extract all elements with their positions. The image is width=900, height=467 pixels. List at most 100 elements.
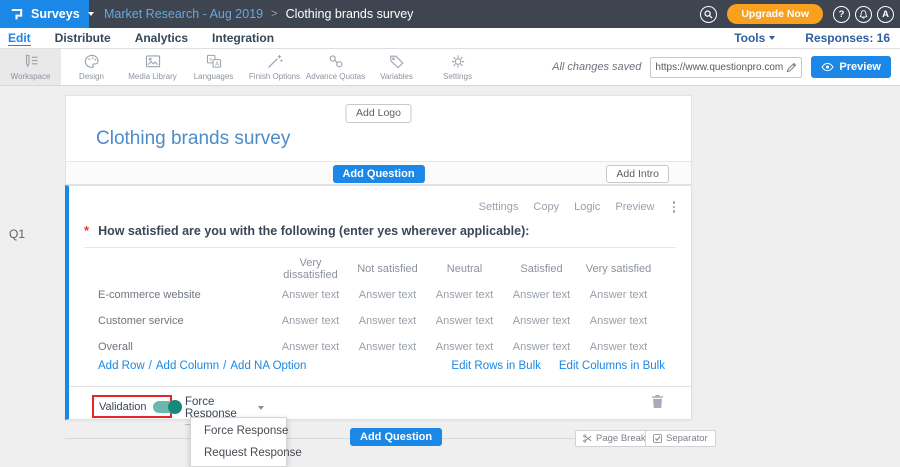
matrix-row: E-commerce website Answer text Answer te… xyxy=(84,282,657,308)
question-preview-link[interactable]: Preview xyxy=(615,201,654,213)
upgrade-now-button[interactable]: Upgrade Now xyxy=(727,4,823,24)
answer-cell[interactable]: Answer text xyxy=(349,308,426,334)
add-intro-button[interactable]: Add Intro xyxy=(606,165,669,183)
brand-menu[interactable]: Surveys xyxy=(0,0,89,28)
answer-cell[interactable]: Answer text xyxy=(580,308,657,334)
validation-label: Validation xyxy=(99,401,147,413)
delete-question-button[interactable] xyxy=(651,394,664,409)
toolbar-item-settings[interactable]: Settings xyxy=(427,49,488,85)
matrix-column-header[interactable]: Very satisfied xyxy=(580,256,657,282)
answer-cell[interactable]: Answer text xyxy=(426,282,503,308)
matrix-corner-cell xyxy=(84,256,272,282)
matrix-column-header[interactable]: Satisfied xyxy=(503,256,580,282)
answer-cell[interactable]: Answer text xyxy=(349,334,426,360)
variables-icon xyxy=(387,54,407,69)
toolbar-item-label: Design xyxy=(79,72,104,81)
eye-icon xyxy=(821,62,834,72)
tools-menu[interactable]: Tools xyxy=(734,31,775,45)
chevron-down-icon xyxy=(88,12,94,16)
separator-button[interactable]: Separator xyxy=(645,430,716,447)
answer-cell[interactable]: Answer text xyxy=(580,334,657,360)
validation-toggle[interactable] xyxy=(153,401,180,413)
more-options-icon[interactable] xyxy=(670,200,679,214)
navrow-right: Tools Responses: 16 xyxy=(734,31,890,45)
answer-cell[interactable]: Answer text xyxy=(349,282,426,308)
header-actions-strip: Add Question Add Intro xyxy=(66,162,691,184)
trash-icon xyxy=(651,394,664,409)
toolbar-item-media-library[interactable]: Media Library xyxy=(122,49,183,85)
answer-cell[interactable]: Answer text xyxy=(580,282,657,308)
answer-cell[interactable]: Answer text xyxy=(503,308,580,334)
answer-cell[interactable]: Answer text xyxy=(503,282,580,308)
tab-integration[interactable]: Integration xyxy=(212,31,274,45)
avatar[interactable]: A xyxy=(877,6,894,23)
tab-analytics[interactable]: Analytics xyxy=(135,31,188,45)
link-separator: / xyxy=(149,360,152,372)
question-actions: Settings Copy Logic Preview xyxy=(479,200,678,214)
matrix-column-header[interactable]: Neutral xyxy=(426,256,503,282)
matrix-row: Overall Answer text Answer text Answer t… xyxy=(84,334,657,360)
help-button[interactable]: ? xyxy=(833,6,850,23)
nav-tabs-row: Edit Distribute Analytics Integration To… xyxy=(0,28,900,49)
question-copy-link[interactable]: Copy xyxy=(533,201,559,213)
survey-header-card: Add Logo Clothing brands survey Add Ques… xyxy=(65,95,692,185)
add-logo-button[interactable]: Add Logo xyxy=(345,104,412,123)
answer-cell[interactable]: Answer text xyxy=(272,282,349,308)
edit-pencil-icon[interactable] xyxy=(786,62,797,73)
answer-cell[interactable]: Answer text xyxy=(272,308,349,334)
breadcrumb-folder[interactable]: Market Research - Aug 2019 xyxy=(104,7,263,21)
required-asterisk: * xyxy=(84,223,89,238)
notifications-button[interactable] xyxy=(855,6,872,23)
table-edit-links-row: Add Row / Add Column / Add NA Option Edi… xyxy=(98,360,665,372)
matrix-column-header[interactable]: Not satisfied xyxy=(349,256,426,282)
toolbar-item-label: Variables xyxy=(380,72,413,81)
tab-edit[interactable]: Edit xyxy=(8,31,31,46)
survey-title[interactable]: Clothing brands survey xyxy=(96,128,290,150)
matrix-row-label[interactable]: Customer service xyxy=(84,308,272,334)
add-question-button-bottom[interactable]: Add Question xyxy=(350,428,442,446)
add-na-option-link[interactable]: Add NA Option xyxy=(230,360,306,372)
question-logic-link[interactable]: Logic xyxy=(574,201,600,213)
chevron-down-icon xyxy=(769,36,775,40)
add-column-link[interactable]: Add Column xyxy=(156,360,219,372)
survey-url-input[interactable] xyxy=(655,62,783,73)
preview-button[interactable]: Preview xyxy=(811,56,891,78)
bulk-edit-links: Edit Rows in Bulk Edit Columns in Bulk xyxy=(451,360,665,372)
menu-item-request-response[interactable]: Request Response xyxy=(191,442,286,464)
page-break-button[interactable]: Page Break xyxy=(575,430,654,447)
svg-text:x: x xyxy=(209,56,212,62)
tools-label: Tools xyxy=(734,31,765,45)
toolbar-item-finish-options[interactable]: Finish Options xyxy=(244,49,305,85)
toolbar-item-workspace[interactable]: Workspace xyxy=(0,49,61,85)
toolbar-item-label: Media Library xyxy=(128,72,176,81)
breadcrumb-separator: > xyxy=(271,8,277,20)
advance-quotas-icon xyxy=(326,54,346,69)
answer-cell[interactable]: Answer text xyxy=(272,334,349,360)
question-settings-link[interactable]: Settings xyxy=(479,201,519,213)
search-button[interactable] xyxy=(700,6,717,23)
answer-cell[interactable]: Answer text xyxy=(503,334,580,360)
page-break-label: Page Break xyxy=(596,433,646,444)
edit-rows-in-bulk-link[interactable]: Edit Rows in Bulk xyxy=(451,360,540,372)
toolbar-item-advance-quotas[interactable]: Advance Quotas xyxy=(305,49,366,85)
add-row-link[interactable]: Add Row xyxy=(98,360,145,372)
survey-url-box[interactable] xyxy=(650,57,802,78)
answer-cell[interactable]: Answer text xyxy=(426,334,503,360)
chevron-down-icon xyxy=(258,406,264,410)
toolbar-item-label: Settings xyxy=(443,72,472,81)
add-question-button-top[interactable]: Add Question xyxy=(332,165,424,183)
bell-icon xyxy=(858,9,869,20)
matrix-row-label[interactable]: E-commerce website xyxy=(84,282,272,308)
matrix-column-header[interactable]: Very dissatisfied xyxy=(272,256,349,282)
toolbar-item-design[interactable]: Design xyxy=(61,49,122,85)
matrix-row-label[interactable]: Overall xyxy=(84,334,272,360)
responses-count[interactable]: Responses: 16 xyxy=(805,31,890,45)
question-text[interactable]: How satisfied are you with the following… xyxy=(98,224,529,238)
toolbar-item-languages[interactable]: xA Languages xyxy=(183,49,244,85)
top-bar: Surveys Market Research - Aug 2019 > Clo… xyxy=(0,0,900,28)
menu-item-force-response[interactable]: Force Response xyxy=(191,420,286,442)
edit-columns-in-bulk-link[interactable]: Edit Columns in Bulk xyxy=(559,360,665,372)
toolbar-item-variables[interactable]: Variables xyxy=(366,49,427,85)
answer-cell[interactable]: Answer text xyxy=(426,308,503,334)
tab-distribute[interactable]: Distribute xyxy=(55,31,111,45)
